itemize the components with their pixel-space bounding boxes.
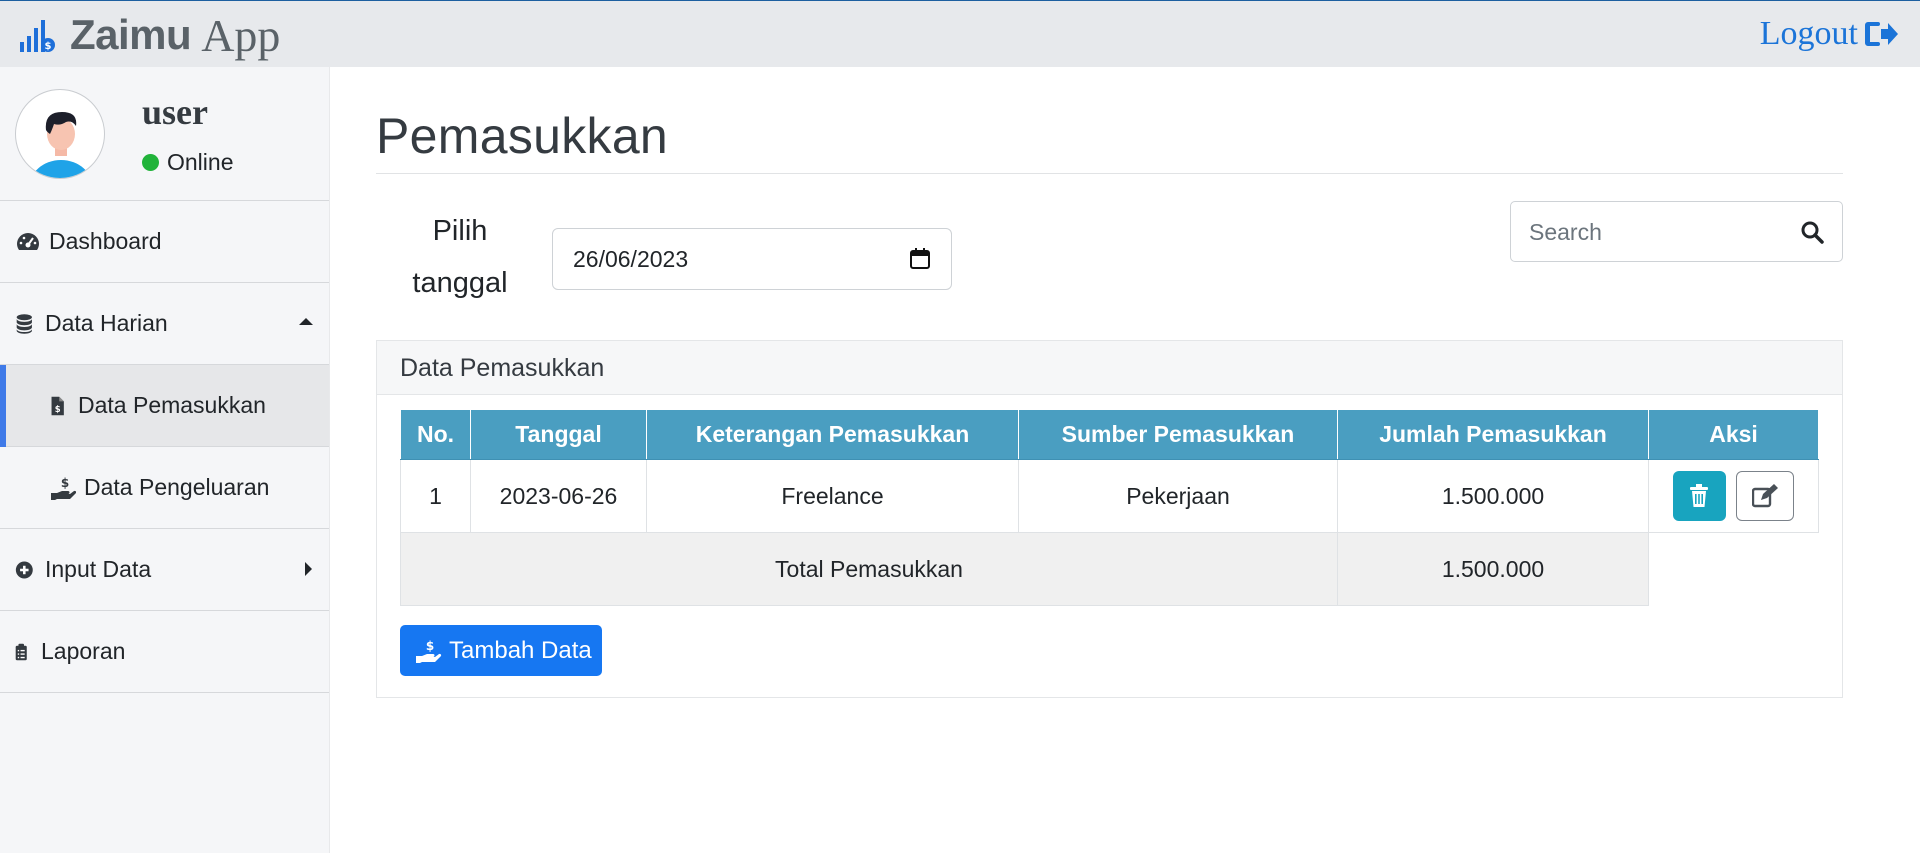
cell-aksi: [1648, 459, 1819, 533]
sidebar-item-label: Laporan: [41, 638, 126, 664]
file-invoice-dollar-icon: $: [51, 396, 64, 415]
top-navbar: $ Zaimu App Logout: [0, 0, 1920, 67]
cell-sumber: Pekerjaan: [1018, 459, 1338, 533]
sidebar: user Online Dashboard Data Harian $ Data…: [0, 67, 330, 853]
hand-holding-usd-icon: $: [51, 476, 76, 500]
sidebar-item-input-data[interactable]: Input Data: [0, 529, 329, 611]
card-title: Data Pemasukkan: [377, 341, 1842, 395]
hand-holding-usd-icon: $: [416, 639, 442, 663]
table-header-row: No. Tanggal Keterangan Pemasukkan Sumber…: [400, 409, 1819, 460]
date-input-value: 26/06/2023: [573, 245, 689, 272]
sidebar-item-data-harian[interactable]: Data Harian: [0, 283, 329, 365]
caret-right-icon: [305, 562, 312, 576]
date-label-line: Pilih: [432, 215, 488, 247]
search-input[interactable]: [1529, 216, 1789, 248]
plus-circle-icon: [15, 561, 33, 578]
trash-icon: [1690, 484, 1709, 507]
cell-tanggal: 2023-06-26: [470, 459, 647, 533]
logout-label: Logout: [1759, 15, 1858, 52]
total-label: Total Pemasukkan: [400, 532, 1338, 606]
column-header: Keterangan Pemasukkan: [646, 409, 1019, 460]
user-status-label: Online: [167, 149, 234, 175]
edit-icon: [1752, 484, 1779, 508]
delete-button[interactable]: [1672, 471, 1726, 521]
edit-button[interactable]: [1736, 471, 1795, 521]
chart-dollar-icon: $: [20, 20, 55, 52]
search-box: [1510, 201, 1843, 262]
sidebar-item-laporan[interactable]: Laporan: [0, 611, 329, 693]
avatar: [15, 89, 105, 179]
income-card: Data Pemasukkan No. Tanggal Keterangan P…: [376, 340, 1843, 698]
column-header: Sumber Pemasukkan: [1018, 409, 1338, 460]
table-row: 1 2023-06-26 Freelance Pekerjaan 1.500.0…: [400, 459, 1819, 533]
calendar-icon[interactable]: [909, 248, 931, 270]
page-title: Pemasukkan: [376, 108, 669, 164]
online-status-dot: [142, 154, 159, 171]
clipboard-list-icon: [15, 643, 27, 660]
sidebar-item-data-pemasukkan[interactable]: $ Data Pemasukkan: [0, 365, 329, 447]
user-status: Online: [142, 149, 233, 176]
sidebar-item-label: Data Pemasukkan: [78, 392, 266, 418]
add-data-button-label: Tambah Data: [449, 636, 592, 664]
date-input[interactable]: 26/06/2023: [552, 228, 952, 290]
date-picker-label: Pilih tanggal: [400, 205, 520, 309]
cell-jumlah: 1.500.000: [1337, 459, 1649, 533]
logout-button[interactable]: Logout: [1760, 15, 1898, 53]
svg-text:$: $: [55, 404, 61, 414]
brand-suffix: App: [201, 9, 281, 61]
column-header: Tanggal: [470, 409, 647, 460]
sign-out-icon: [1865, 22, 1898, 46]
sidebar-item-label: Data Harian: [45, 310, 168, 336]
income-table: No. Tanggal Keterangan Pemasukkan Sumber…: [400, 409, 1819, 606]
title-divider: [376, 173, 1843, 174]
brand-name: Zaimu: [70, 11, 192, 58]
brand-logo[interactable]: $ Zaimu App: [18, 9, 281, 61]
column-header: Jumlah Pemasukkan: [1337, 409, 1649, 460]
user-panel: user Online: [0, 67, 329, 201]
total-row-spacer: [1649, 533, 1819, 606]
total-row: Total Pemasukkan 1.500.000: [400, 532, 1819, 606]
svg-text:$: $: [45, 41, 52, 52]
caret-up-icon: [299, 318, 313, 325]
sidebar-item-label: Input Data: [45, 556, 152, 582]
svg-text:$: $: [426, 639, 434, 653]
sidebar-item-label: Data Pengeluaran: [84, 474, 270, 500]
search-icon[interactable]: [1800, 220, 1824, 244]
sidebar-item-dashboard[interactable]: Dashboard: [0, 201, 329, 283]
sidebar-item-data-pengeluaran[interactable]: $ Data Pengeluaran: [0, 447, 329, 529]
cell-keterangan: Freelance: [646, 459, 1019, 533]
add-data-button[interactable]: $ Tambah Data: [400, 625, 602, 676]
cell-no: 1: [400, 459, 471, 533]
user-name: user: [142, 92, 208, 132]
column-header: Aksi: [1648, 409, 1819, 460]
main-content: Pemasukkan Pilih tanggal 26/06/2023 Data…: [330, 67, 1920, 853]
total-value: 1.500.000: [1337, 532, 1649, 606]
tachometer-icon: [17, 232, 39, 250]
svg-text:$: $: [61, 476, 69, 490]
sidebar-item-label: Dashboard: [49, 228, 162, 254]
column-header: No.: [400, 409, 471, 460]
database-icon: [16, 313, 32, 334]
date-label-line: tanggal: [412, 267, 508, 299]
